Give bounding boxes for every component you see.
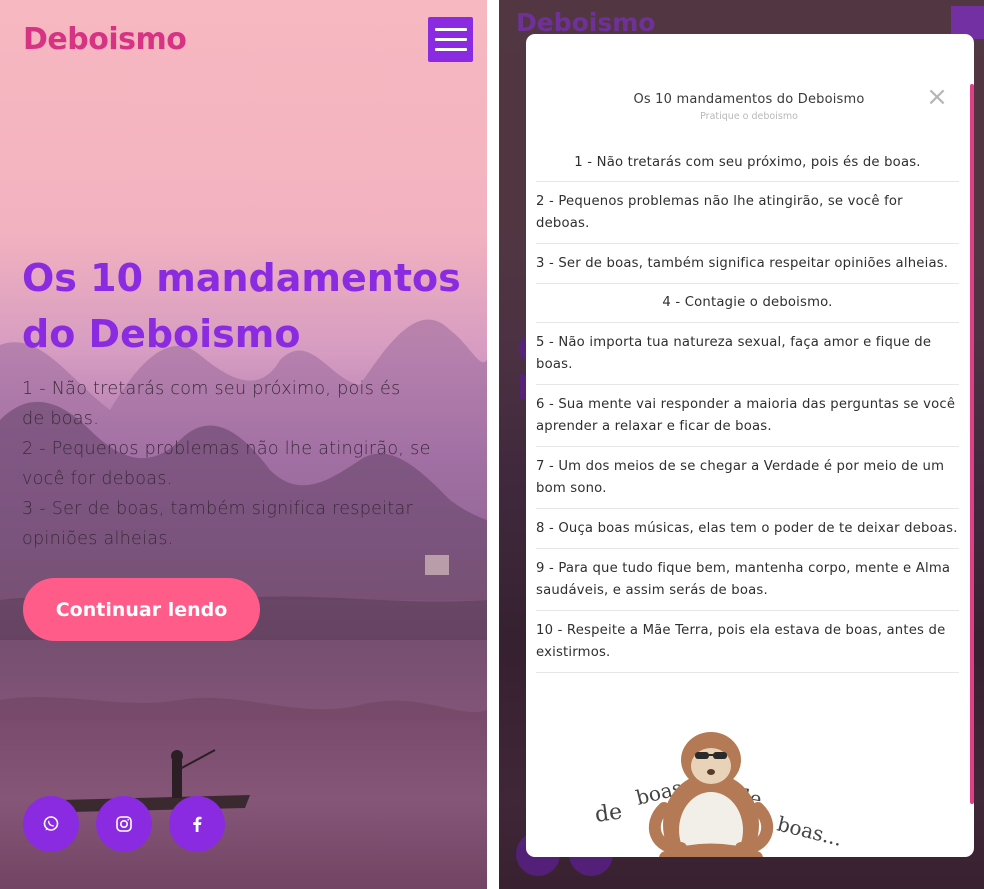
list-item: 6 - Sua mente vai responder a maioria da… [536,385,959,447]
list-item: 9 - Para que tudo fique bem, mantenha co… [536,549,959,611]
brand-logo[interactable]: Deboismo [23,22,187,57]
modal-title: Os 10 mandamentos do Deboismo [633,92,865,107]
list-item: 1 - Não tretarás com seu próximo, pois é… [536,144,959,182]
instagram-button[interactable] [96,796,152,852]
hero-title: Os 10 mandamentos do Deboismo [22,250,462,362]
facebook-icon [193,816,202,832]
hero-line: você for deboas. [22,469,173,489]
illustration-text: de [593,799,623,828]
whatsapp-icon [43,816,59,831]
hero-title-line: do Deboismo [22,312,301,356]
mobile-modal-screen: Deboismo O D Os 10 mandamentos do Debois… [499,0,984,889]
menu-bar [434,38,467,41]
commandments-list: 1 - Não tretarás com seu próximo, pois é… [536,144,959,673]
whatsapp-button[interactable] [23,796,79,852]
continue-reading-button[interactable]: Continuar lendo [23,578,260,641]
list-item: 5 - Não importa tua natureza sexual, faç… [536,323,959,385]
menu-bar [434,48,467,51]
list-item: 8 - Ouça boas músicas, elas tem o poder … [536,509,959,549]
instagram-icon [116,816,132,832]
hero-line: opiniões alheias. [22,529,174,549]
list-item: 4 - Contagie o deboismo. [536,284,959,323]
hamburger-menu-icon[interactable] [428,17,473,62]
sloth-meditating-illustration: de boas... de boas... [593,732,845,857]
hero-line: 3 - Ser de boas, também significa respei… [22,499,414,519]
hero-commandments: 1 - Não tretarás com seu próximo, pois é… [22,374,467,554]
list-item: 10 - Respeite a Mãe Terra, pois ela esta… [536,611,959,673]
menu-bar [434,28,467,31]
close-icon[interactable]: × [926,84,948,110]
hero-line: de boas. [22,409,100,429]
list-item: 3 - Ser de boas, também significa respei… [536,244,959,284]
facebook-button[interactable] [169,796,225,852]
commandments-modal: Os 10 mandamentos do Deboismo Pratique o… [526,34,974,857]
list-item: 7 - Um dos meios de se chegar a Verdade … [536,447,959,509]
mobile-home-screen: Deboismo Os 10 mandamentos do Deboismo 1… [0,0,487,889]
hero-line: 1 - Não tretarás com seu próximo, pois é… [22,379,401,399]
list-item: 2 - Pequenos problemas não lhe atingirão… [536,182,959,244]
hero-line: 2 - Pequenos problemas não lhe atingirão… [22,439,431,459]
hero-title-line: Os 10 mandamentos [22,256,461,300]
background-brand-logo: Deboismo [516,8,656,37]
modal-scrollbar[interactable] [970,84,974,804]
illustration-text: boas... [775,812,845,851]
modal-subtitle: Pratique o deboismo [700,111,798,122]
